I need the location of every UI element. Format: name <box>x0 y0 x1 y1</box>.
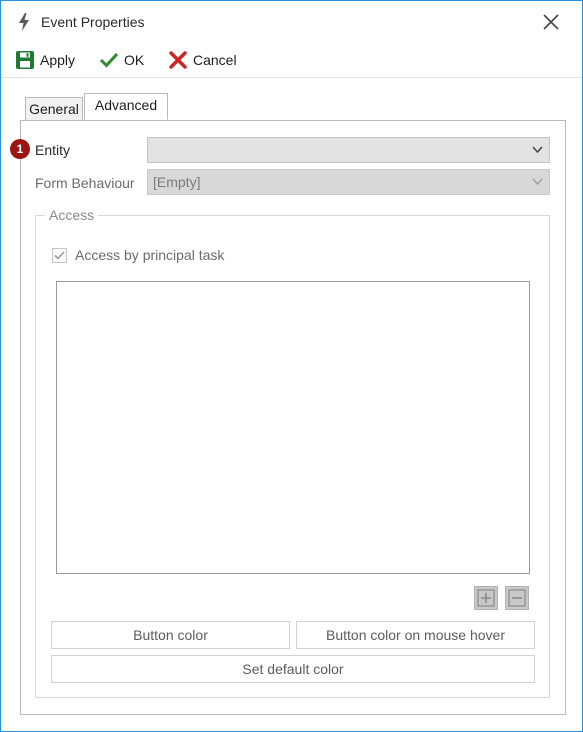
apply-label: Apply <box>40 52 76 68</box>
ok-button[interactable]: OK <box>99 48 144 72</box>
form-behaviour-label: Form Behaviour <box>35 175 135 191</box>
apply-button[interactable]: Apply <box>15 48 75 72</box>
title-bar: Event Properties <box>1 1 582 43</box>
minus-icon <box>508 589 526 607</box>
cancel-label: Cancel <box>193 52 237 68</box>
button-color-hover-button[interactable]: Button color on mouse hover <box>296 621 535 649</box>
entity-label: Entity <box>35 142 71 158</box>
set-default-color-button[interactable]: Set default color <box>51 655 535 683</box>
chevron-down-icon <box>532 146 543 154</box>
access-by-principal-checkbox[interactable] <box>52 248 67 263</box>
form-behaviour-value: [Empty] <box>153 174 201 190</box>
access-list[interactable] <box>56 281 530 574</box>
access-group-title: Access <box>45 207 99 223</box>
ok-label: OK <box>124 52 145 68</box>
remove-button[interactable] <box>505 586 529 610</box>
checkmark-icon <box>99 52 119 68</box>
plus-icon <box>477 589 495 607</box>
checkmark-icon <box>54 251 65 260</box>
form-behaviour-dropdown[interactable]: [Empty] <box>147 169 550 195</box>
add-button[interactable] <box>474 586 498 610</box>
tab-general[interactable]: General <box>25 97 83 121</box>
button-color-button[interactable]: Button color <box>51 621 290 649</box>
cancel-button[interactable]: Cancel <box>168 48 237 72</box>
access-by-principal-label: Access by principal task <box>75 247 225 263</box>
chevron-down-icon <box>532 178 543 186</box>
lightning-icon <box>19 13 29 31</box>
cancel-x-icon <box>169 51 187 69</box>
event-properties-window: Event Properties Apply OK Cancel General… <box>0 0 583 732</box>
entity-dropdown[interactable] <box>147 137 550 163</box>
tab-advanced[interactable]: Advanced <box>84 93 168 120</box>
window-title: Event Properties <box>41 14 145 30</box>
close-icon[interactable] <box>540 11 562 33</box>
callout-badge: 1 <box>10 139 30 159</box>
save-icon <box>16 51 34 69</box>
toolbar: Apply OK Cancel <box>1 43 582 78</box>
